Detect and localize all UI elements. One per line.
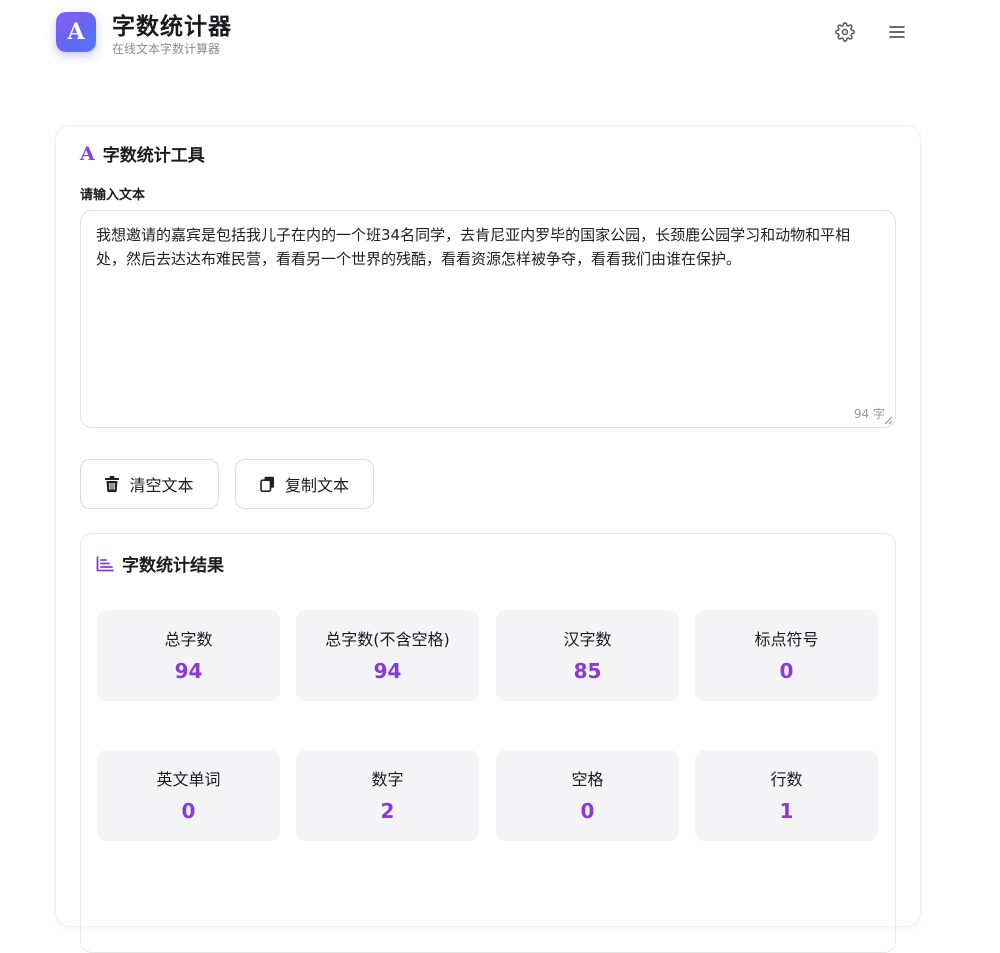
stat-chinese-chars: 汉字数 85 xyxy=(496,610,679,701)
results-title: 字数统计结果 xyxy=(96,551,224,576)
menu-button[interactable] xyxy=(885,20,909,44)
trash-icon xyxy=(105,476,120,492)
stat-label: 行数 xyxy=(770,770,803,789)
tool-title: A 字数统计工具 xyxy=(80,141,205,167)
results-panel: 字数统计结果 总字数 94 总字数(不含空格) 94 汉字数 85 标点符号 0… xyxy=(80,533,896,953)
stat-value: 2 xyxy=(380,799,395,823)
stat-value: 85 xyxy=(573,659,602,683)
stat-label: 数字 xyxy=(371,770,404,789)
text-input-container: 我想邀请的嘉宾是包括我儿子在内的一个班34名同学，去肯尼亚内罗毕的国家公园，长颈… xyxy=(80,210,896,428)
input-label: 请输入文本 xyxy=(80,188,146,203)
copy-text-label: 复制文本 xyxy=(284,476,349,495)
stat-label: 总字数(不含空格) xyxy=(325,630,450,649)
clear-text-label: 清空文本 xyxy=(129,476,194,495)
stat-punctuation: 标点符号 0 xyxy=(695,610,878,701)
stat-label: 汉字数 xyxy=(563,630,612,649)
tool-title-text: 字数统计工具 xyxy=(102,146,205,166)
results-title-text: 字数统计结果 xyxy=(122,556,224,576)
app-header: A 字数统计器 在线文本字数计算器 xyxy=(0,0,1000,70)
stat-chars-no-spaces: 总字数(不含空格) 94 xyxy=(296,610,479,701)
stat-value: 1 xyxy=(779,799,794,823)
clear-text-button[interactable]: 清空文本 xyxy=(80,459,219,509)
hamburger-menu-icon xyxy=(889,26,905,38)
stat-lines: 行数 1 xyxy=(695,750,878,841)
stat-english-words: 英文单词 0 xyxy=(97,750,280,841)
stat-value: 0 xyxy=(580,799,595,823)
stat-value: 0 xyxy=(779,659,794,683)
app-title: 字数统计器 xyxy=(112,14,232,40)
stat-label: 英文单词 xyxy=(156,770,221,789)
stat-label: 空格 xyxy=(571,770,604,789)
word-count-card: A 字数统计工具 请输入文本 我想邀请的嘉宾是包括我儿子在内的一个班34名同学，… xyxy=(56,126,920,953)
stat-value: 94 xyxy=(373,659,402,683)
stat-label: 总字数 xyxy=(164,630,213,649)
stat-total-chars: 总字数 94 xyxy=(97,610,280,701)
char-count-badge: 94 字 xyxy=(853,407,885,421)
letter-a-icon: A xyxy=(80,142,95,165)
stat-digits: 数字 2 xyxy=(296,750,479,841)
logo-letter: A xyxy=(67,19,85,45)
stat-value: 0 xyxy=(181,799,196,823)
app-subtitle: 在线文本字数计算器 xyxy=(112,42,221,56)
copy-icon xyxy=(260,476,275,492)
text-input[interactable]: 我想邀请的嘉宾是包括我儿子在内的一个班34名同学，去肯尼亚内罗毕的国家公园，长颈… xyxy=(96,223,876,403)
gear-icon xyxy=(835,22,855,42)
resize-handle-icon[interactable] xyxy=(884,416,893,425)
stat-spaces: 空格 0 xyxy=(496,750,679,841)
stat-value: 94 xyxy=(174,659,203,683)
stat-label: 标点符号 xyxy=(754,630,819,649)
settings-button[interactable] xyxy=(833,20,857,44)
bar-chart-icon xyxy=(96,555,114,571)
copy-text-button[interactable]: 复制文本 xyxy=(235,459,374,509)
app-logo: A xyxy=(56,12,96,52)
